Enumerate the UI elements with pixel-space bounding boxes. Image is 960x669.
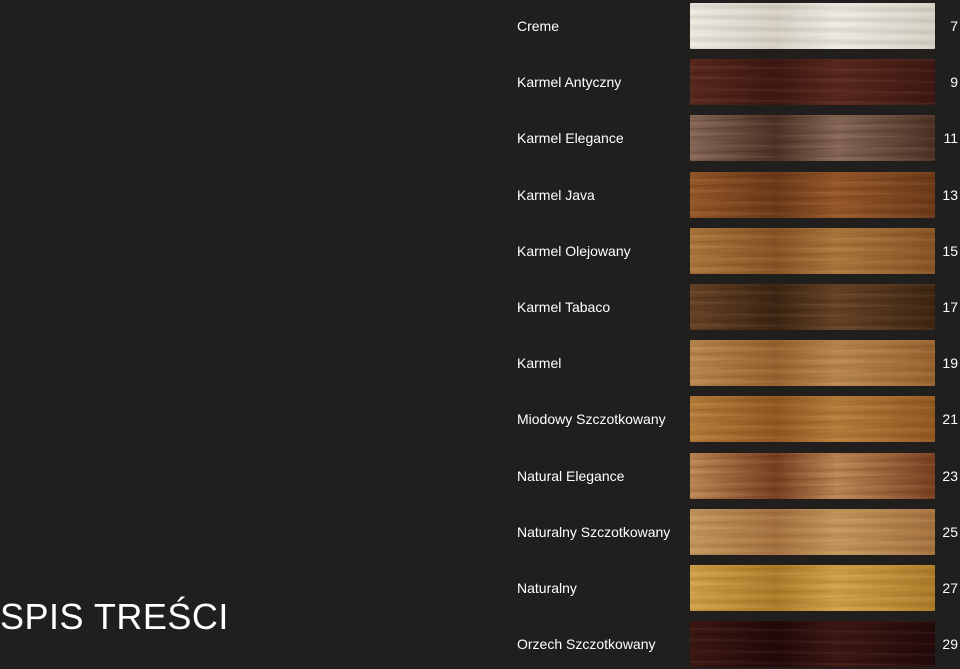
toc-entry-page-number: 25 <box>942 523 958 540</box>
toc-entry-page-number: 21 <box>942 411 958 428</box>
toc-entry[interactable]: Naturalny Szczotkowany 25 <box>517 508 960 556</box>
table-of-contents: Creme 7 Karmel Antyczny 9 Karmel Elegance 11 K… <box>0 0 960 669</box>
toc-entry[interactable]: Karmel Tabaco 17 <box>517 283 960 331</box>
toc-entry-label: Naturalny Szczotkowany <box>517 523 671 540</box>
toc-entry[interactable]: Karmel Elegance 11 <box>517 114 960 162</box>
toc-entry-page-number: 29 <box>942 636 958 653</box>
toc-entry[interactable]: Karmel Antyczny 9 <box>517 58 960 106</box>
toc-entry-label: Karmel Elegance <box>517 130 624 147</box>
toc-entry-page-number: 9 <box>950 74 958 91</box>
wood-swatch-image <box>690 621 935 668</box>
wood-swatch-image <box>690 171 935 218</box>
toc-entry-page-number: 23 <box>942 467 958 484</box>
wood-swatch-image <box>690 508 935 555</box>
toc-entry-label: Creme <box>517 18 560 34</box>
toc-entry-page-number: 15 <box>942 242 958 259</box>
toc-entry-page-number: 13 <box>942 186 958 203</box>
toc-entry[interactable]: Karmel Java 13 <box>517 171 960 219</box>
wood-swatch-image <box>690 3 935 49</box>
toc-entry[interactable]: Miodowy Szczotkowany 21 <box>517 395 960 443</box>
toc-entry[interactable]: Creme 7 <box>517 2 960 50</box>
toc-entry[interactable]: Natural Elegance 23 <box>517 452 960 500</box>
wood-swatch-image <box>690 452 935 499</box>
toc-entry-label: Karmel Java <box>517 186 595 203</box>
wood-swatch-image <box>690 59 935 106</box>
wood-swatch-image <box>690 284 935 330</box>
wood-swatch-image <box>690 115 935 162</box>
toc-entry[interactable]: Naturalny 27 <box>517 564 960 612</box>
wood-swatch-image <box>690 227 935 274</box>
wood-swatch-image <box>690 340 935 387</box>
toc-entry[interactable]: Karmel 19 <box>517 339 960 387</box>
toc-entry-page-number: 27 <box>942 580 958 596</box>
toc-entry-label: Orzech Szczotkowany <box>517 636 656 653</box>
toc-entry-page-number: 17 <box>942 299 958 315</box>
toc-entry-page-number: 19 <box>942 355 958 372</box>
toc-entry-label: Karmel <box>517 355 562 372</box>
toc-entry-label: Karmel Antyczny <box>517 74 622 91</box>
toc-entry[interactable]: Karmel Olejowany 15 <box>517 227 960 275</box>
toc-entry-label: Karmel Olejowany <box>517 242 631 259</box>
wood-swatch-image <box>690 565 935 611</box>
toc-entry-page-number: 11 <box>943 130 958 147</box>
wood-swatch-image <box>690 396 935 443</box>
toc-entry-label: Miodowy Szczotkowany <box>517 411 666 428</box>
toc-entry-label: Karmel Tabaco <box>517 299 611 315</box>
toc-entry[interactable]: Orzech Szczotkowany 29 <box>517 620 960 668</box>
toc-entry-label: Naturalny <box>517 580 577 596</box>
toc-entry-label: Natural Elegance <box>517 467 625 484</box>
toc-entry-page-number: 7 <box>950 18 958 34</box>
